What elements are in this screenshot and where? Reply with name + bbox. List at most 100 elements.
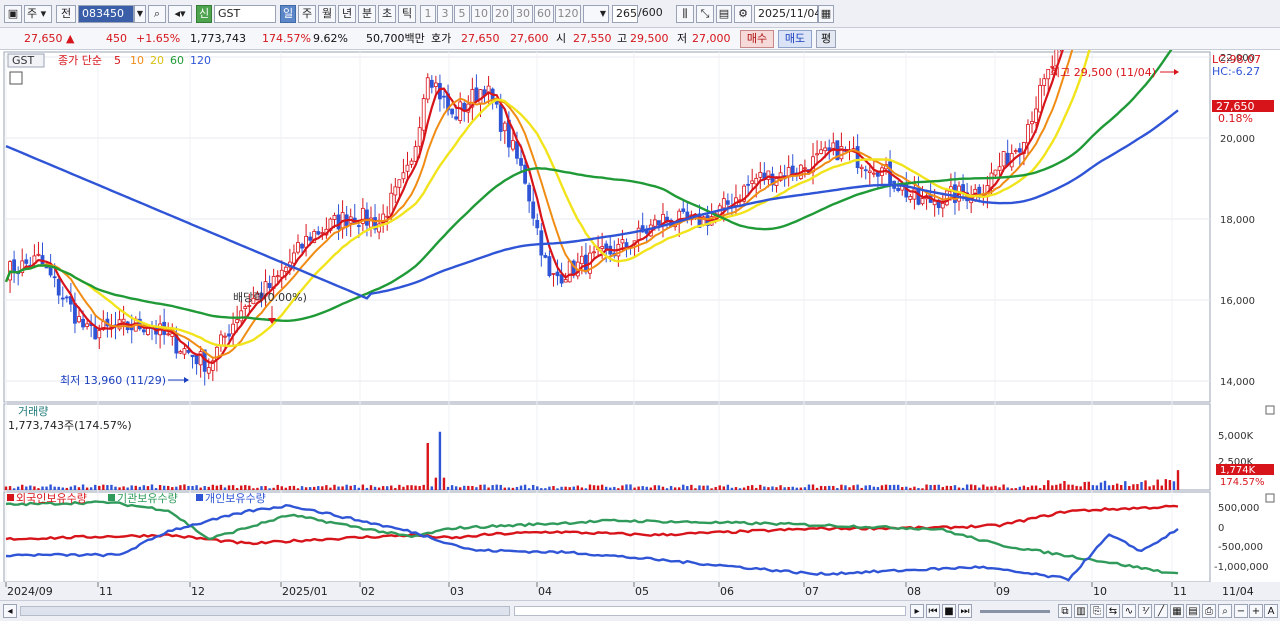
period-minute-button[interactable]: 분 [358, 5, 376, 23]
candle-body [219, 334, 223, 346]
horizontal-scrollbar[interactable] [20, 606, 510, 616]
text-tool-icon[interactable]: A [1264, 604, 1278, 618]
volume-bar [661, 486, 665, 490]
volume-bar [1083, 481, 1086, 490]
volume-bar [929, 485, 932, 490]
minute-1-button[interactable]: 1 [420, 5, 436, 23]
volume-bar [459, 487, 462, 490]
volume-bar [1022, 485, 1026, 490]
minute-60-button[interactable]: 60 [534, 5, 554, 23]
first-page-icon[interactable]: ⏮ [926, 604, 940, 618]
candle-body [365, 209, 369, 226]
volume-bar [211, 484, 215, 490]
period-tick-button[interactable]: 틱 [398, 5, 416, 23]
volume-bar [345, 484, 348, 490]
volume-bar [953, 485, 957, 490]
table-icon[interactable] [9, 71, 23, 85]
period-month-button[interactable]: 월 [318, 5, 336, 23]
print-icon[interactable]: ⎙ [1202, 604, 1216, 618]
volume-bar [791, 486, 794, 490]
volume-bar [118, 487, 121, 490]
ratio-icon[interactable]: ⅟ [1138, 604, 1152, 618]
foreign-legend-swatch [7, 494, 14, 501]
table-view-icon[interactable]: ▤ [1186, 604, 1200, 618]
minute-10-button[interactable]: 10 [471, 5, 491, 23]
scroll-right-icon[interactable]: ▸ [910, 604, 924, 618]
calendar-icon[interactable]: ▦ [818, 5, 834, 23]
volume-bar [698, 485, 701, 490]
volume-bar [1063, 480, 1066, 490]
scrollbar-track[interactable] [514, 606, 906, 616]
overlay-icon[interactable]: ⧉ [1058, 604, 1072, 618]
stock-name-field[interactable]: GST [214, 5, 276, 23]
draw-tool-icon[interactable]: ⤡ [696, 5, 714, 23]
volume-panel-close-icon[interactable] [1265, 405, 1275, 415]
volume-bar [102, 484, 105, 490]
chart-type-icon[interactable]: ⫼ [676, 5, 694, 23]
grid-icon[interactable]: ▦ [1170, 604, 1184, 618]
volume-bar [969, 484, 973, 490]
zoom-in-icon[interactable]: + [1249, 604, 1263, 618]
eval-button[interactable]: 평 [816, 30, 836, 48]
layer-icon[interactable]: ▥ [1074, 604, 1088, 618]
sound-icon[interactable]: ◂▾ [168, 5, 192, 23]
gear-icon[interactable]: ⚙ [734, 5, 752, 23]
volume-bar [767, 487, 770, 490]
candle-body [819, 149, 824, 154]
minute-30-button[interactable]: 30 [513, 5, 533, 23]
save-icon[interactable]: ▤ [716, 5, 732, 23]
candle-body [425, 77, 430, 100]
chart-area[interactable]: 28,00026,00024,00022,00020,00018,00016,0… [0, 0, 1280, 600]
count-input[interactable]: 265 [612, 5, 638, 23]
last-page-icon[interactable]: ⏭ [958, 604, 972, 618]
holding-panel-close-icon[interactable] [1265, 493, 1275, 503]
layout-icon[interactable]: ▣ [4, 5, 22, 23]
period-day-button[interactable]: 일 [280, 5, 296, 23]
custom-period-select[interactable]: ▼ [583, 5, 609, 23]
candle-body [502, 122, 507, 132]
prev-button[interactable]: 전 [56, 5, 76, 23]
search-icon[interactable]: ⌕ [148, 5, 166, 23]
individual-holding-legend: 개인보유수량 [205, 492, 266, 505]
period-week-button[interactable]: 주 [298, 5, 316, 23]
volume-bar [1026, 487, 1030, 490]
minute-120-button[interactable]: 120 [555, 5, 581, 23]
volume-bar [191, 485, 194, 490]
holding-tick-500000: 500,000 [1218, 503, 1259, 514]
zoom-slider[interactable] [980, 610, 1050, 613]
scroll-left-icon[interactable]: ◂ [3, 604, 17, 618]
candle-body [478, 89, 483, 104]
code-dropdown-icon[interactable]: ▼ [134, 5, 146, 23]
volume-bar [799, 487, 803, 490]
copy-icon[interactable]: ⎘ [1090, 604, 1104, 618]
minute-3-button[interactable]: 3 [437, 5, 453, 23]
volume-bar [223, 487, 227, 490]
volume-bar [832, 485, 835, 490]
pattern-icon[interactable]: ∿ [1122, 604, 1136, 618]
volume-bar [592, 485, 596, 490]
zoom-icon[interactable]: ⌕ [1218, 604, 1232, 618]
line-tool-icon[interactable]: ╱ [1154, 604, 1168, 618]
candle-body [433, 82, 438, 87]
zoom-out-icon[interactable]: − [1234, 604, 1248, 618]
volume-title: 거래량 [18, 405, 48, 418]
stock-code-input[interactable]: 083450 [78, 5, 134, 23]
x-axis-label: 03 [450, 585, 464, 598]
volume-bar [264, 485, 267, 490]
volume-bar [381, 486, 385, 490]
chart-canvas[interactable]: 28,00026,00024,00022,00020,00018,00016,0… [0, 0, 1280, 600]
stop-icon[interactable]: ■ [942, 604, 956, 618]
volume-bar [621, 485, 624, 490]
period-second-button[interactable]: 초 [378, 5, 396, 23]
market-type-select[interactable]: 주 ▾ [24, 5, 52, 23]
compare-icon[interactable]: ⇆ [1106, 604, 1120, 618]
sell-button[interactable]: 매도 [778, 30, 812, 48]
volume-bar [868, 485, 871, 490]
minute-5-button[interactable]: 5 [454, 5, 470, 23]
candle-body [1038, 84, 1043, 113]
buy-button[interactable]: 매수 [740, 30, 774, 48]
period-year-button[interactable]: 년 [338, 5, 356, 23]
volume-bar [1075, 485, 1078, 490]
minute-20-button[interactable]: 20 [492, 5, 512, 23]
date-input[interactable]: 2025/11/04 [754, 5, 821, 23]
